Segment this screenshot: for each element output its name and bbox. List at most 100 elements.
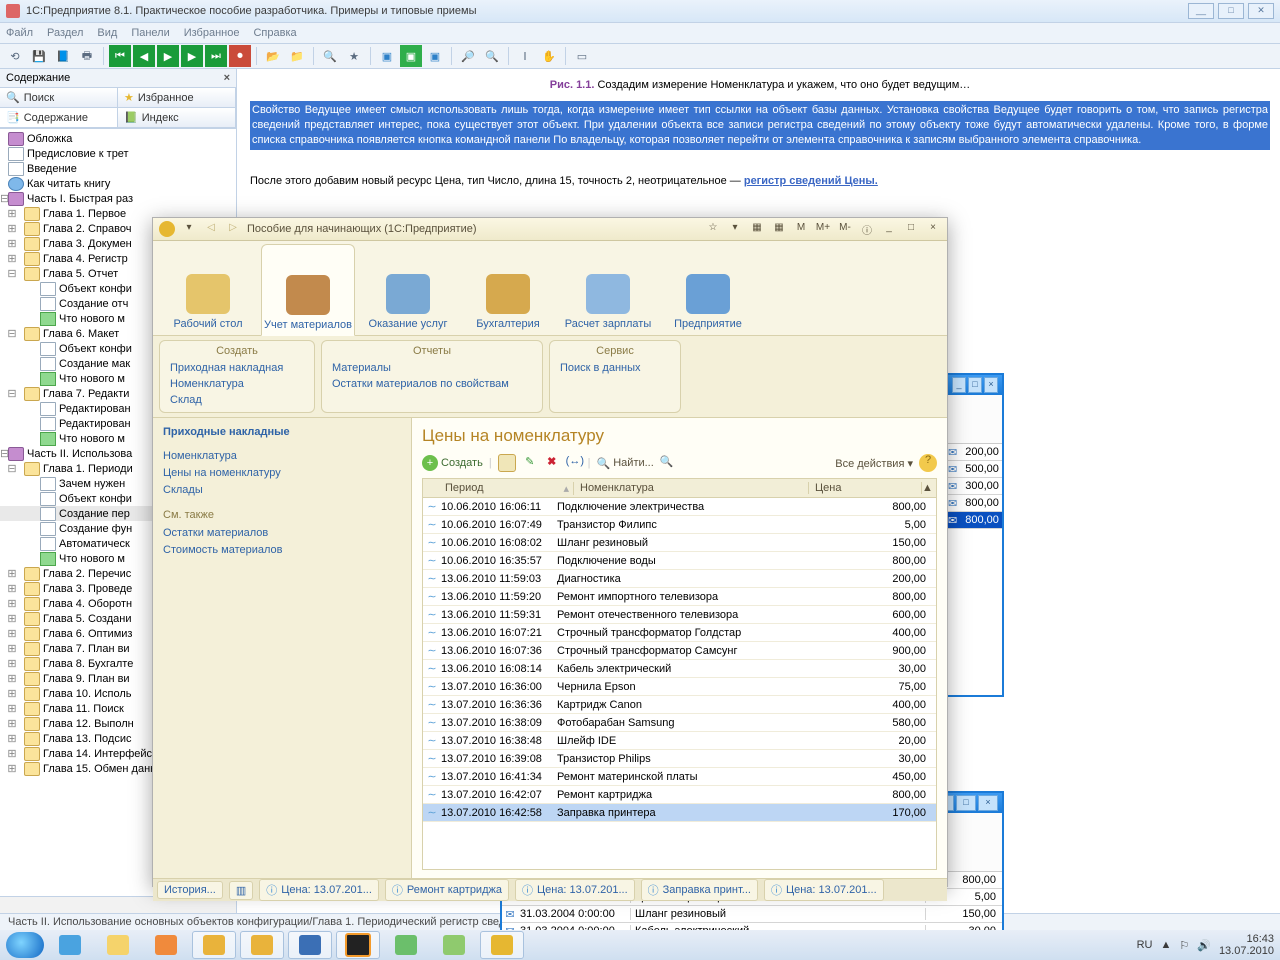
section-Предприятие[interactable]: Предприятие [661,243,755,335]
menu-Файл[interactable]: Файл [6,27,33,39]
section-Оказание услуг[interactable]: Оказание услуг [361,243,455,335]
tree-item[interactable]: Обложка [0,131,236,146]
status-tab[interactable]: ⓘ Цена: 13.07.201... [259,879,379,901]
sub2-close-icon[interactable]: × [978,795,998,811]
print-icon[interactable]: 🖶 [76,45,98,67]
app-close-icon[interactable]: × [925,222,941,236]
edit-icon[interactable]: ✎ [522,455,538,471]
selected-paragraph[interactable]: Свойство Ведущее имеет смысл использоват… [250,101,1270,150]
menu-Избранное[interactable]: Избранное [184,27,240,39]
tray-flag-icon[interactable]: ▲ [1160,939,1171,951]
menu-Справка[interactable]: Справка [253,27,296,39]
zoom-icon[interactable]: 🔎 [457,45,479,67]
cmd-link[interactable]: Поиск в данных [560,360,670,376]
status-tab[interactable]: ⓘ Цена: 13.07.201... [764,879,884,901]
table-row[interactable]: ∼13.07.2010 16:42:58Заправка принтера170… [423,804,936,822]
section-Бухгалтерия[interactable]: Бухгалтерия [461,243,555,335]
table-row[interactable]: ∼13.07.2010 16:36:36Картридж Canon400,00 [423,696,936,714]
subwindow-1[interactable]: _□× ✉200,00✉500,00✉300,00✉800,00✉800,00 [946,373,1004,697]
minimize-button[interactable]: __ [1188,3,1214,19]
table-row[interactable]: ✉300,00 [948,478,1002,495]
table-row[interactable]: ∼13.07.2010 16:42:07Ремонт картриджа800,… [423,786,936,804]
tree-item[interactable]: Как читать книгу [0,176,236,191]
stop-icon[interactable]: ⏺ [229,45,251,67]
book-icon[interactable]: 📘 [52,45,74,67]
next-icon[interactable]: ▶ [181,45,203,67]
table-row[interactable]: ∼10.06.2010 16:35:57Подключение воды800,… [423,552,936,570]
cmd-link[interactable]: Склады [163,482,401,499]
findclear-icon[interactable]: 🔍 [660,455,676,471]
tab-index[interactable]: 📗Индекс [118,108,236,128]
table-row[interactable]: ✉800,00 [948,512,1002,529]
app-fwd-icon[interactable]: ▷ [225,222,241,236]
table-row[interactable]: ∼13.06.2010 16:07:36Строчный трансформат… [423,642,936,660]
cmd-link[interactable]: Материалы [332,360,532,376]
table-row[interactable]: ∼10.06.2010 16:07:49Транзистор Филипс5,0… [423,516,936,534]
section-Расчет зарплаты[interactable]: Расчет зарплаты [561,243,655,335]
app-back-icon[interactable]: ◁ [203,222,219,236]
task-app4[interactable] [432,931,476,959]
table-row[interactable]: ✉800,00 [948,495,1002,512]
first-icon[interactable]: ⏮ [109,45,131,67]
table-row[interactable]: ∼13.07.2010 16:38:09Фотобарабан Samsung5… [423,714,936,732]
create-button[interactable]: +Создать [422,455,483,471]
tab-search[interactable]: 🔍Поиск [0,88,118,108]
table-row[interactable]: ✉500,00 [948,461,1002,478]
menu-Раздел[interactable]: Раздел [47,27,83,39]
table-row[interactable]: ✉200,00 [948,444,1002,461]
register-link[interactable]: регистр сведений Цены. [744,175,878,187]
cmd-link[interactable]: Склад [170,392,304,408]
favorite-icon[interactable]: ★ [343,45,365,67]
task-app1[interactable] [192,931,236,959]
app-calc-icon[interactable]: ▦ [749,222,765,236]
status-tab[interactable]: ⓘ Цена: 13.07.201... [515,879,635,901]
tray-lang[interactable]: RU [1137,939,1153,951]
save-icon[interactable]: 💾 [28,45,50,67]
task-ie[interactable] [48,931,92,959]
page-icon[interactable]: ▭ [571,45,593,67]
task-app2[interactable] [240,931,284,959]
cmd-link[interactable]: Номенклатура [170,376,304,392]
status-tab[interactable]: ⓘ Заправка принт... [641,879,758,901]
prev-icon[interactable]: ◀ [133,45,155,67]
table-row[interactable]: ∼13.07.2010 16:36:00Чернила Epson75,00 [423,678,936,696]
table-row[interactable]: ∼13.06.2010 16:08:14Кабель электрический… [423,660,936,678]
app-m-icon[interactable]: M [793,222,809,236]
refresh-icon[interactable]: (↔) [566,455,582,471]
col-price[interactable]: Цена [809,482,922,494]
panel-toggle-icon[interactable]: ▥ [229,881,253,900]
tray-clock[interactable]: 16:4313.07.2010 [1219,933,1274,957]
menu-Вид[interactable]: Вид [97,27,117,39]
tree-item[interactable]: Введение [0,161,236,176]
app-calendar-icon[interactable]: ▦ [771,222,787,236]
tree-item[interactable]: ⊟Часть I. Быстрая раз [0,191,236,206]
app-mminus-icon[interactable]: M- [837,222,853,236]
table-row[interactable]: ∼13.06.2010 11:59:03Диагностика200,00 [423,570,936,588]
close-button[interactable]: ✕ [1248,3,1274,19]
tray-net-icon[interactable]: ⚐ [1179,939,1189,952]
history-button[interactable]: История... [157,881,223,899]
play-icon[interactable]: ▶ [157,45,179,67]
find-button[interactable]: 🔍Найти... [597,457,654,470]
tree-item[interactable]: Предисловие к трет [0,146,236,161]
zoomout-icon[interactable]: 🔍 [481,45,503,67]
tab-favorites[interactable]: ★Избранное [118,88,236,108]
table-row[interactable]: ∼13.07.2010 16:39:08Транзистор Philips30… [423,750,936,768]
cmd-link[interactable]: Номенклатура [163,448,401,465]
col-nomenclature[interactable]: Номенклатура [574,482,809,494]
task-1c[interactable] [480,931,524,959]
back-icon[interactable]: ⟲ [4,45,26,67]
folder-icon[interactable]: 📁 [286,45,308,67]
maximize-button[interactable]: □ [1218,3,1244,19]
app-info-icon[interactable]: ⓘ [859,222,875,236]
open-icon[interactable]: 📂 [262,45,284,67]
table-row[interactable]: ∼13.06.2010 11:59:31Ремонт отечественног… [423,606,936,624]
table-row[interactable]: ✉31.03.2004 0:00:00Шланг резиновый150,00 [502,906,1002,923]
tray-vol-icon[interactable]: 🔊 [1197,939,1211,952]
app-hist-icon[interactable]: ▾ [727,222,743,236]
app-window[interactable]: ▾ ◁ ▷ Пособие для начинающих (1С:Предпри… [152,217,948,887]
table-row[interactable]: ∼13.07.2010 16:38:48Шлейф IDE20,00 [423,732,936,750]
cmd-link[interactable]: Цены на номенклатуру [163,465,401,482]
cmd-link[interactable]: Приходная накладная [170,360,304,376]
task-app3[interactable] [384,931,428,959]
